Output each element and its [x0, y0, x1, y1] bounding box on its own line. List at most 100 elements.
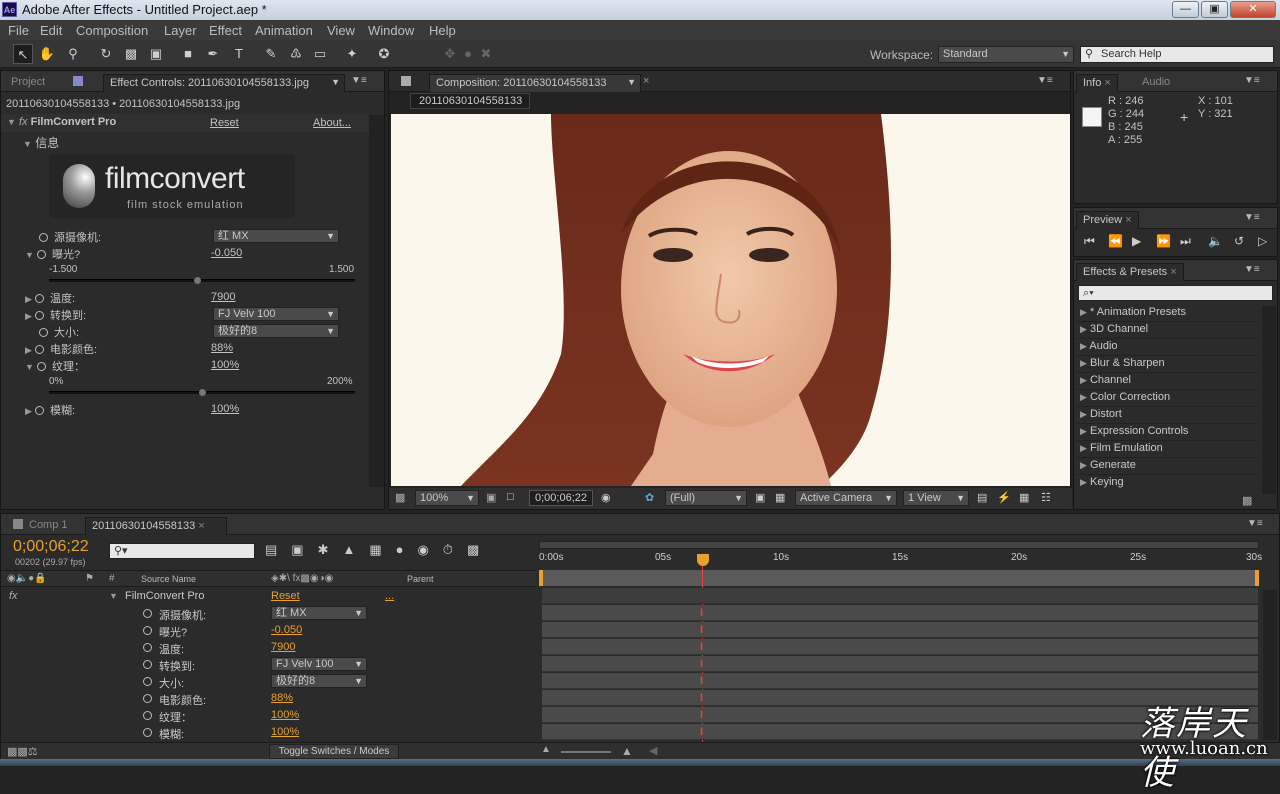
close-tab-icon[interactable]: ×: [1170, 266, 1176, 278]
close-tab-icon[interactable]: ×: [643, 75, 649, 87]
timeline-property-value[interactable]: -0.050: [271, 624, 302, 636]
menu-help[interactable]: Help: [429, 23, 456, 38]
list-item[interactable]: ▶ Color Correction: [1080, 391, 1170, 403]
collapse-triangle-icon[interactable]: ▼: [7, 117, 16, 127]
close-tab-icon[interactable]: ×: [198, 520, 204, 532]
tab-timeline-active[interactable]: 20110630104558133 ×: [85, 517, 227, 535]
timeline-property-value[interactable]: 88%: [271, 692, 293, 704]
panel-menu-icon[interactable]: ▼≡: [1247, 518, 1263, 529]
timeline-property-value[interactable]: 100%: [271, 726, 299, 738]
grain-value[interactable]: 100%: [211, 359, 239, 371]
brush-tool-icon[interactable]: ✎: [261, 44, 281, 64]
expand-triangle-icon[interactable]: ▶: [25, 294, 32, 304]
type-tool-icon[interactable]: T: [229, 44, 249, 64]
keyframe-marker[interactable]: I: [700, 658, 707, 671]
exposure-value[interactable]: -0.050: [211, 247, 242, 259]
channels-icon[interactable]: ✿: [645, 491, 654, 504]
playhead-handle[interactable]: [697, 554, 709, 566]
zoom-tool-icon[interactable]: ⚲: [63, 44, 83, 64]
stopwatch-icon[interactable]: [39, 328, 48, 337]
zoom-in-icon[interactable]: ▲: [621, 744, 633, 758]
expand-triangle-icon[interactable]: ▶: [25, 345, 32, 355]
expand-triangle-icon[interactable]: ▶: [25, 311, 32, 321]
ram-preview-icon[interactable]: ▷: [1258, 234, 1267, 248]
collapse-triangle-icon[interactable]: ▼: [109, 590, 118, 602]
stopwatch-icon[interactable]: [36, 250, 46, 259]
timeline-property-dropdown[interactable]: 极好的8 ▼: [271, 674, 367, 688]
close-tab-icon[interactable]: ×: [1125, 214, 1131, 226]
current-time-field[interactable]: 0;00;06;22: [529, 490, 593, 506]
stopwatch-icon[interactable]: [143, 677, 152, 686]
timeline-zoom-slider[interactable]: [561, 751, 611, 753]
camera-view-dropdown[interactable]: Active Camera ▼: [795, 490, 897, 506]
panel-menu-icon[interactable]: ▼≡: [1244, 75, 1260, 86]
audio-icon[interactable]: 🔈: [1208, 234, 1223, 248]
property-track[interactable]: [542, 622, 1258, 638]
axis-local-icon[interactable]: ✥: [440, 44, 460, 64]
label-icon[interactable]: ⚑: [85, 573, 94, 584]
effects-search-input[interactable]: ⌕▾: [1078, 285, 1273, 301]
effect-controls-scrollbar[interactable]: [369, 115, 384, 487]
list-item[interactable]: ▶ Channel: [1080, 374, 1131, 386]
timeline-switches[interactable]: ▤▣✱▲▦●◉⏱▩: [265, 542, 535, 562]
list-item[interactable]: ▶ Audio: [1080, 340, 1118, 352]
panel-menu-icon[interactable]: ▼≡: [351, 75, 367, 86]
expand-pane-icon[interactable]: ▩▩⚖: [7, 745, 38, 758]
stopwatch-icon[interactable]: [34, 294, 44, 303]
size-dropdown[interactable]: 极好的8 ▼: [213, 324, 339, 338]
stopwatch-icon[interactable]: [143, 609, 152, 618]
panel-menu-icon[interactable]: ▼≡: [1244, 264, 1260, 275]
close-button[interactable]: ✕: [1230, 1, 1276, 18]
property-track[interactable]: [542, 656, 1258, 672]
timeline-property-dropdown[interactable]: FJ Velv 100 ▼: [271, 657, 367, 671]
stopwatch-icon[interactable]: [34, 311, 44, 320]
timeline-effect-options[interactable]: ...: [385, 590, 394, 602]
next-frame-icon[interactable]: ⏩: [1156, 234, 1171, 248]
temperature-value[interactable]: 7900: [211, 291, 235, 303]
av-features-icon[interactable]: ◉🔈●🔒: [7, 573, 47, 584]
list-item[interactable]: ▶ Distort: [1080, 408, 1122, 420]
play-icon[interactable]: ▶: [1132, 234, 1141, 248]
roto-brush-tool-icon[interactable]: ✦: [342, 44, 362, 64]
tab-project[interactable]: Project: [5, 74, 51, 92]
close-tab-icon[interactable]: ×: [1104, 77, 1110, 89]
tab-composition[interactable]: Composition: 20110630104558133 ▼: [429, 74, 641, 92]
effects-list-scrollbar[interactable]: [1262, 306, 1276, 494]
camera-dropdown[interactable]: 红 MX ▼: [213, 229, 339, 243]
fx-icon[interactable]: fx: [19, 116, 28, 128]
time-ruler[interactable]: 0:00s 05s 10s 15s 20s 25s 30s: [537, 538, 1263, 590]
stopwatch-icon[interactable]: [34, 345, 44, 354]
selection-tool-icon[interactable]: ↖: [13, 44, 33, 64]
toggle-pixel-aspect-icon[interactable]: ▤: [977, 491, 987, 504]
rotation-tool-icon[interactable]: ↻: [96, 44, 116, 64]
tab-effects-presets[interactable]: Effects & Presets ×: [1076, 263, 1184, 281]
view-layout-dropdown[interactable]: 1 View ▼: [903, 490, 969, 506]
safe-margins-icon[interactable]: ▣: [486, 491, 496, 504]
stopwatch-icon[interactable]: [143, 728, 152, 737]
panel-menu-icon[interactable]: ▼≡: [1244, 212, 1260, 223]
loop-icon[interactable]: ↺: [1234, 234, 1244, 248]
list-item[interactable]: ▶ Keying: [1080, 476, 1124, 488]
previous-frame-icon[interactable]: ⏪: [1108, 234, 1123, 248]
grain-slider[interactable]: [49, 389, 355, 396]
menu-effect[interactable]: Effect: [209, 23, 242, 38]
puppet-tool-icon[interactable]: ✪: [374, 44, 394, 64]
menu-view[interactable]: View: [327, 23, 355, 38]
expand-triangle-icon[interactable]: ▶: [25, 406, 32, 416]
tab-info[interactable]: Info ×: [1076, 74, 1118, 92]
exposure-slider-knob[interactable]: [193, 277, 201, 284]
collapse-triangle-icon[interactable]: ▼: [25, 250, 34, 260]
composition-chip[interactable]: 20110630104558133: [410, 93, 530, 109]
film-color-value[interactable]: 88%: [211, 342, 233, 354]
collapse-triangle-icon[interactable]: ▼: [25, 362, 34, 372]
exposure-slider[interactable]: [49, 277, 355, 284]
zoom-out-icon[interactable]: ▲: [541, 744, 551, 755]
grain-slider-knob[interactable]: [199, 389, 206, 396]
property-track[interactable]: [542, 673, 1258, 689]
timeline-icon[interactable]: ▦: [1019, 491, 1029, 504]
search-help-input[interactable]: ⚲ Search Help: [1080, 46, 1274, 63]
list-item[interactable]: ▶ 3D Channel: [1080, 323, 1148, 335]
list-item[interactable]: ▶ Generate: [1080, 459, 1136, 471]
timeline-timecode[interactable]: 0;00;06;22: [13, 538, 89, 556]
stopwatch-icon[interactable]: [143, 694, 152, 703]
